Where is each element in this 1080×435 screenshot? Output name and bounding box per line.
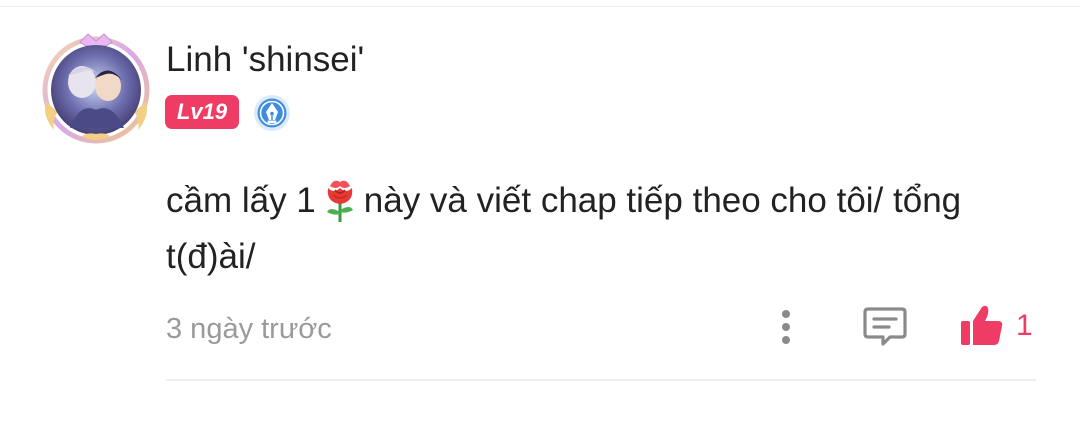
comment-timestamp: 3 ngày trước xyxy=(166,313,332,345)
level-badge: Lv19 xyxy=(165,95,239,129)
comment-text-start: cầm lấy 1 xyxy=(166,181,316,220)
bottom-divider xyxy=(166,379,1036,381)
more-options-button[interactable] xyxy=(772,306,800,350)
user-avatar[interactable] xyxy=(40,32,152,144)
top-divider xyxy=(0,6,1080,7)
comment-icon xyxy=(863,307,907,346)
reply-button[interactable] xyxy=(862,305,908,349)
like-count: 1 xyxy=(1016,309,1033,342)
comment-text: cầm lấy 1 này và viết chap tiếp theo cho… xyxy=(166,173,1036,285)
thumbs-up-icon xyxy=(961,305,1003,345)
more-vertical-icon xyxy=(782,310,790,344)
comment-item: Linh 'shinsei' Lv19 cầm lấy 1 này và viế… xyxy=(0,0,1080,435)
rose-icon xyxy=(322,176,358,224)
username[interactable]: Linh 'shinsei' xyxy=(166,40,364,80)
pen-nib-badge-icon xyxy=(253,94,291,132)
like-button[interactable]: 1 xyxy=(958,303,1038,349)
